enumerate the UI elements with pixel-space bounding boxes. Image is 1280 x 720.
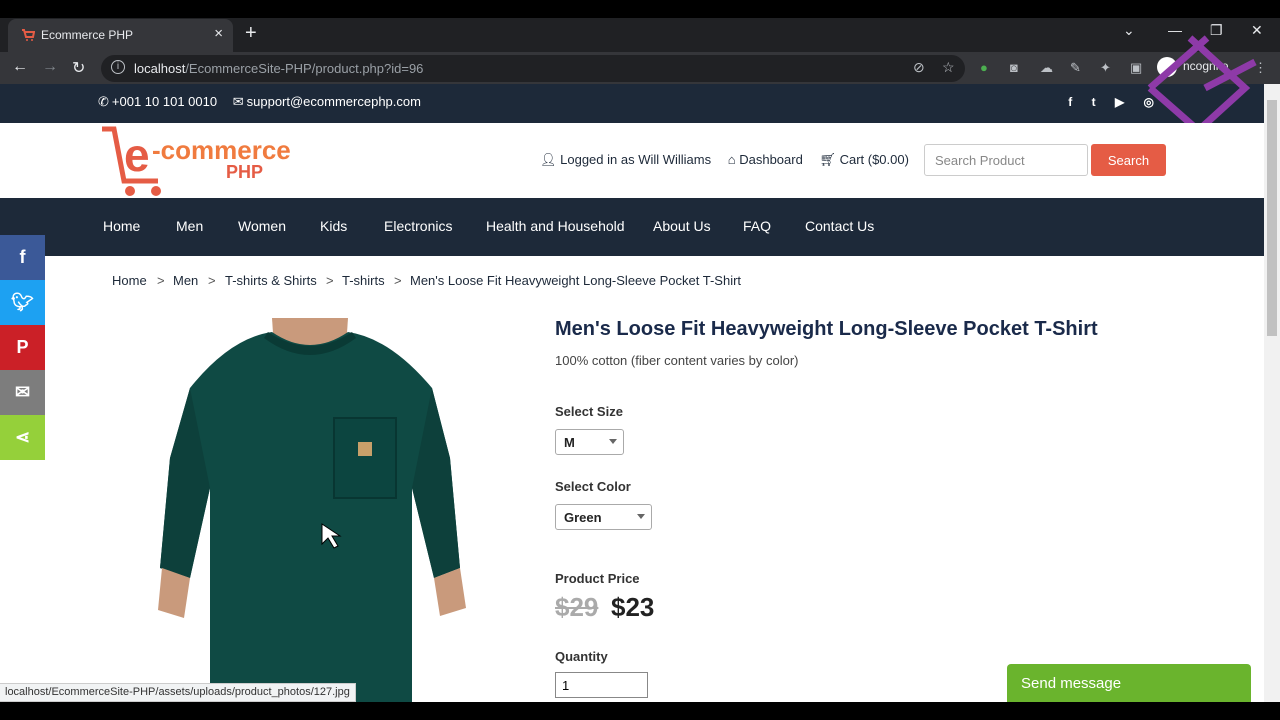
dashboard-link[interactable]: ⌂ Dashboard: [728, 152, 803, 167]
site-header: e -commerce PHP 👤︎ Logged in as Will Wil…: [0, 123, 1264, 198]
breadcrumb-current: Men's Loose Fit Heavyweight Long-Sleeve …: [410, 273, 742, 288]
tab-search-icon[interactable]: ⌄: [1123, 22, 1135, 39]
breadcrumb-tshirts[interactable]: T-shirts: [342, 273, 385, 288]
breadcrumb-home[interactable]: Home: [112, 273, 147, 288]
main-nav: Home Men Women Kids Electronics Health a…: [0, 198, 1264, 256]
nav-item-contact[interactable]: Contact Us: [805, 218, 874, 234]
breadcrumb-separator: >: [394, 273, 402, 288]
extensions-puzzle-icon[interactable]: ✦: [1100, 60, 1111, 76]
logo-sub-text: PHP: [226, 162, 263, 182]
size-label: Select Size: [555, 404, 623, 419]
product-photo[interactable]: [150, 318, 480, 702]
nav-item-men[interactable]: Men: [176, 218, 203, 234]
search-button[interactable]: Search: [1091, 144, 1166, 176]
breadcrumb-tshirts-shirts[interactable]: T-shirts & Shirts: [225, 273, 317, 288]
color-label: Select Color: [555, 479, 631, 494]
share-twitter-icon[interactable]: 🐦︎: [0, 280, 45, 325]
logo-main-text: -commerce: [152, 135, 291, 165]
breadcrumb-men[interactable]: Men: [173, 273, 198, 288]
extension-colorful-icon[interactable]: ●: [980, 60, 988, 75]
new-tab-icon[interactable]: +: [245, 22, 257, 45]
phone-contact: ✆ +001 10 101 0010: [98, 94, 218, 109]
logo-e-letter: e: [124, 129, 150, 181]
nav-item-women[interactable]: Women: [238, 218, 286, 234]
window-bottom-edge: [0, 702, 1280, 720]
facebook-icon[interactable]: f: [1068, 95, 1072, 109]
tab-close-icon[interactable]: ×: [214, 25, 223, 42]
chevron-down-icon: [637, 514, 645, 519]
browser-status-url: localhost/EcommerceSite-PHP/assets/uploa…: [0, 683, 356, 702]
cart-icon: 🛒︎: [819, 152, 840, 167]
cart-link[interactable]: 🛒︎ Cart ($0.00): [819, 152, 909, 167]
phone-icon: ✆: [98, 94, 109, 109]
browser-toolbar: ← → ↻ i localhost/EcommerceSite-PHP/prod…: [0, 52, 1280, 84]
twitter-icon[interactable]: t: [1092, 95, 1096, 109]
social-links: f t ▶ ◎: [1052, 95, 1154, 109]
pen-icon[interactable]: ✎: [1070, 60, 1081, 76]
sidebar-icon[interactable]: ▣: [1130, 60, 1142, 76]
contact-info: ✆ +001 10 101 0010 ✉ support@ecommercephp.…: [98, 94, 433, 110]
envelope-icon: ✉: [232, 94, 244, 109]
site-info-icon[interactable]: i: [111, 60, 125, 74]
contact-topbar: ✆ +001 10 101 0010 ✉ support@ecommercephp.…: [0, 84, 1264, 123]
product-title: Men's Loose Fit Heavyweight Long-Sleeve …: [555, 318, 1098, 340]
color-selected-value: Green: [564, 510, 602, 525]
email-contact: ✉ support@ecommercephp.com: [232, 94, 421, 109]
price-label: Product Price: [555, 571, 640, 586]
home-icon: ⌂: [727, 152, 740, 167]
cloud-icon[interactable]: ☁: [1040, 60, 1053, 76]
share-pinterest-icon[interactable]: P: [0, 325, 45, 370]
product-description: 100% cotton (fiber content varies by col…: [555, 353, 799, 368]
url-text: localhost/EcommerceSite-PHP/product.php?…: [134, 61, 424, 76]
nav-item-health[interactable]: Health and Household: [486, 218, 625, 234]
breadcrumb-separator: >: [208, 273, 216, 288]
nav-item-home[interactable]: Home: [103, 218, 140, 234]
reload-icon[interactable]: ↻: [72, 58, 85, 78]
browser-tab-bar: Ecommerce PHP × + ⌄ — ❐ ✕: [0, 0, 1280, 52]
size-selected-value: M: [564, 435, 575, 450]
quantity-input[interactable]: [555, 672, 648, 698]
share-email-icon[interactable]: ✉: [0, 370, 45, 415]
user-links: 👤︎ Logged in as Will Williams ⌂ Dashboar…: [540, 152, 922, 168]
back-icon[interactable]: ←: [12, 58, 28, 76]
share-more-icon[interactable]: ⋖: [0, 415, 45, 460]
current-price: $23: [611, 592, 655, 622]
nav-item-electronics[interactable]: Electronics: [384, 218, 452, 234]
bookmark-star-icon[interactable]: ☆: [942, 59, 955, 76]
scrollbar-thumb[interactable]: [1267, 100, 1277, 336]
browser-tab[interactable]: Ecommerce PHP ×: [8, 19, 233, 52]
nav-item-about[interactable]: About Us: [653, 218, 711, 234]
color-select[interactable]: Green: [555, 504, 652, 530]
youtube-icon[interactable]: ▶: [1115, 95, 1124, 109]
chevron-down-icon: [609, 439, 617, 444]
ecommerce-logo[interactable]: e -commerce PHP: [100, 125, 340, 197]
quantity-label: Quantity: [555, 649, 608, 664]
address-bar[interactable]: i localhost/EcommerceSite-PHP/product.ph…: [101, 55, 965, 82]
nav-item-faq[interactable]: FAQ: [743, 218, 771, 234]
cart-favicon-icon: [22, 29, 35, 41]
search-input[interactable]: [924, 144, 1088, 176]
tab-title: Ecommerce PHP: [41, 28, 134, 42]
size-select[interactable]: M: [555, 429, 624, 455]
forward-icon[interactable]: →: [42, 58, 58, 76]
send-message-chat-button[interactable]: Send message: [1007, 664, 1251, 702]
old-price: $29: [555, 592, 599, 622]
user-icon: 👤︎: [540, 152, 561, 167]
nav-item-kids[interactable]: Kids: [320, 218, 347, 234]
page-scrollbar[interactable]: [1264, 84, 1280, 702]
logged-in-link[interactable]: 👤︎ Logged in as Will Williams: [540, 152, 711, 167]
camera-icon[interactable]: ◙: [1010, 60, 1018, 75]
eye-off-icon[interactable]: ⊘: [913, 59, 925, 76]
window-top-edge: [0, 0, 1280, 18]
breadcrumb-separator: >: [326, 273, 334, 288]
breadcrumb-separator: >: [157, 273, 165, 288]
share-facebook-icon[interactable]: f: [0, 235, 45, 280]
